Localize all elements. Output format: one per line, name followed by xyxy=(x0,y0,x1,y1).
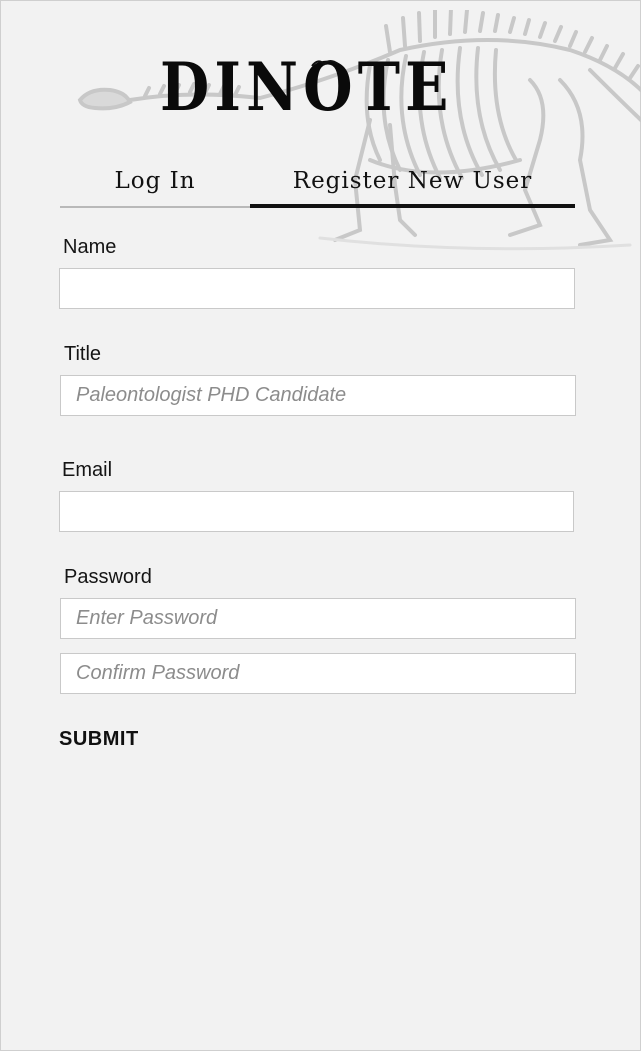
submit-button[interactable]: SUBMIT xyxy=(59,728,139,751)
app-logo: DINOTE xyxy=(160,48,454,126)
title-label: Title xyxy=(64,343,102,365)
auth-tabs: Log In Register New User xyxy=(60,160,575,210)
password-label: Password xyxy=(64,566,152,588)
tab-register-new-user[interactable]: Register New User xyxy=(250,160,575,208)
logo-eye-icon xyxy=(311,60,339,67)
email-label: Email xyxy=(62,459,113,481)
title-input[interactable] xyxy=(60,375,576,416)
tab-log-in[interactable]: Log In xyxy=(60,160,250,208)
confirm-password-input[interactable] xyxy=(60,653,576,694)
name-label: Name xyxy=(63,236,117,258)
name-input[interactable] xyxy=(59,268,575,309)
password-input[interactable] xyxy=(60,598,576,639)
email-input[interactable] xyxy=(59,491,574,532)
